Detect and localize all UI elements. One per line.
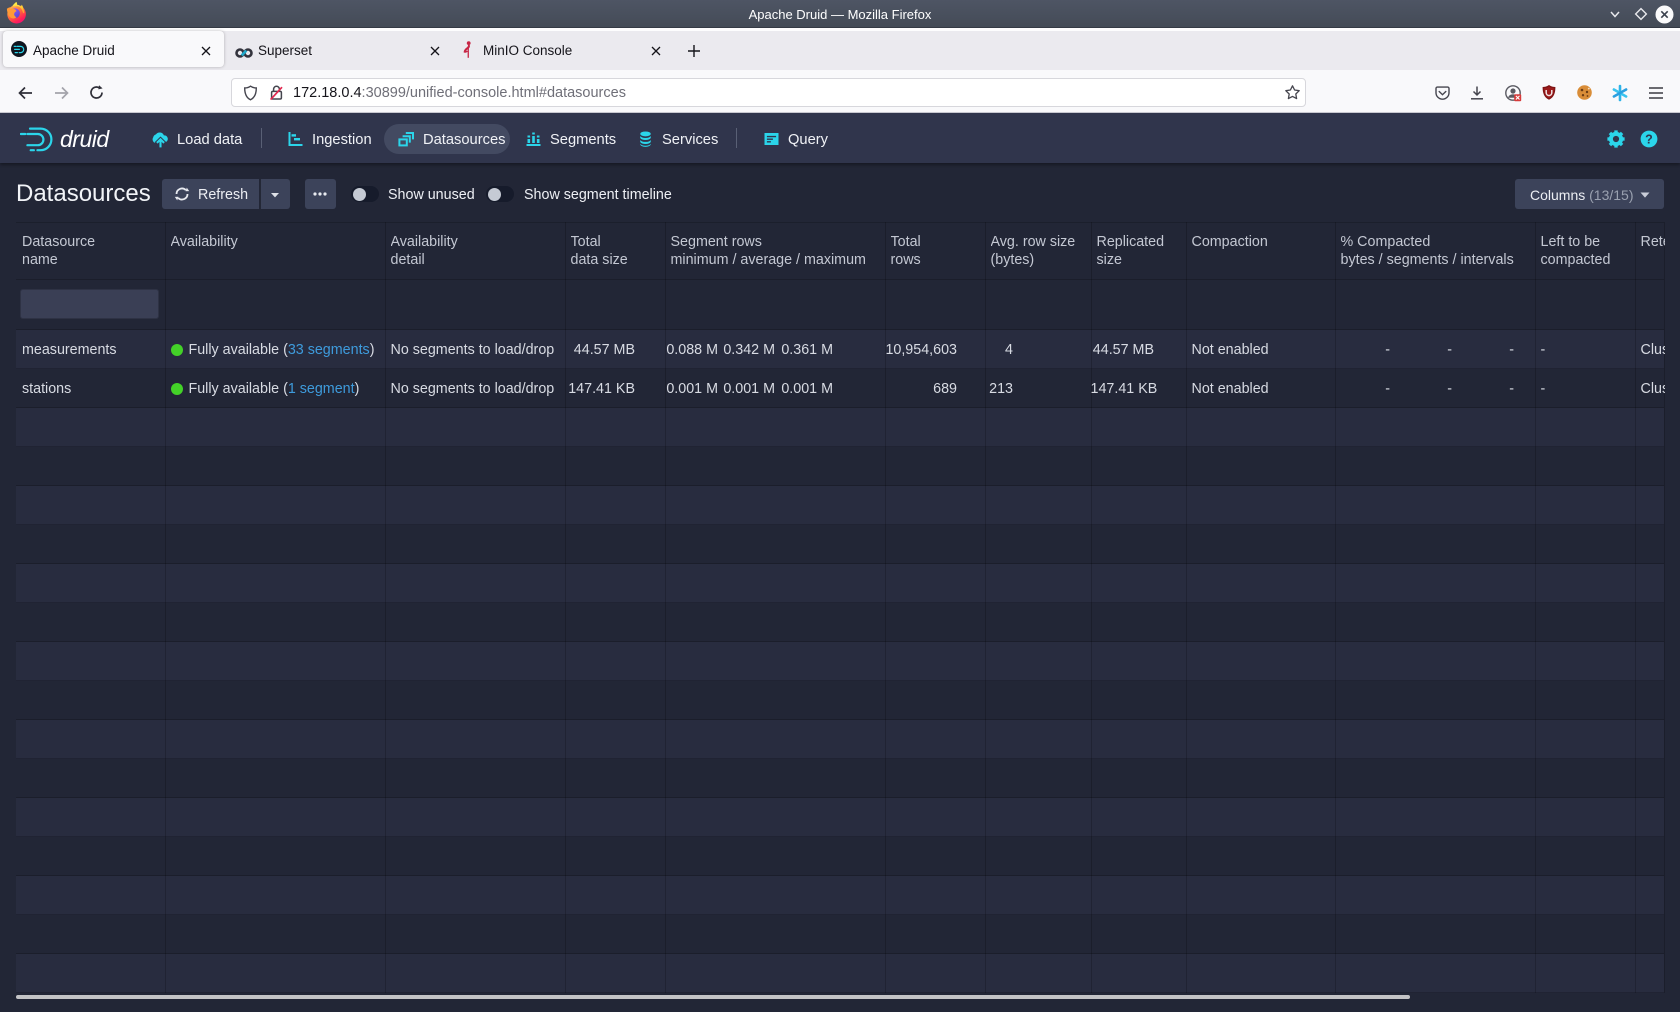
svg-text:?: ? (1645, 133, 1653, 147)
